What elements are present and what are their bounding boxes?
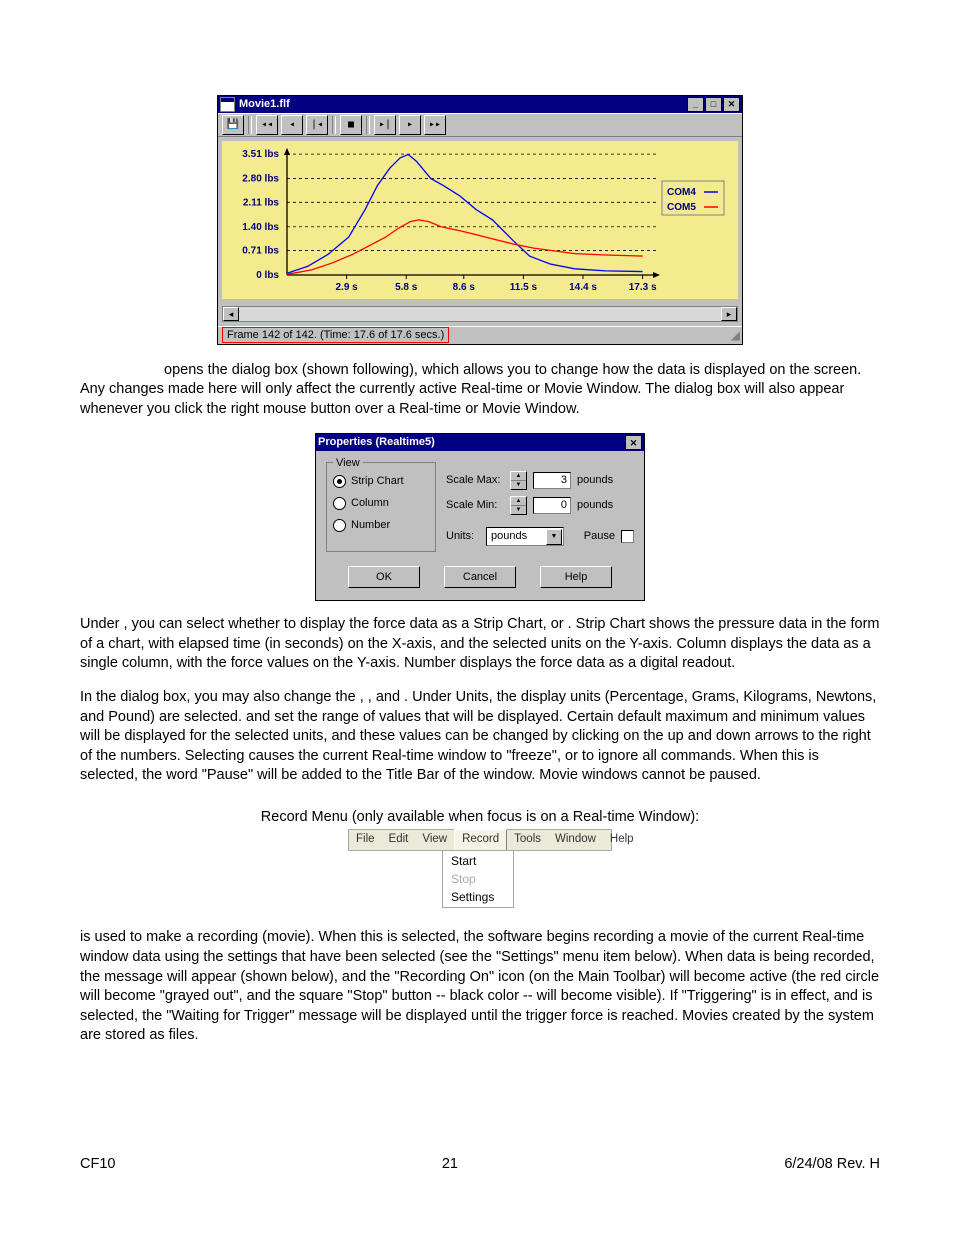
- horizontal-scrollbar[interactable]: ◂ ▸: [222, 306, 738, 322]
- menu-record[interactable]: Record: [454, 829, 507, 850]
- scale-min-input[interactable]: 0: [533, 497, 571, 514]
- record-menu-caption: Record Menu (only available when focus i…: [80, 808, 880, 828]
- footer-left: CF10: [80, 1155, 115, 1175]
- resize-grip[interactable]: ◢: [731, 327, 738, 343]
- svg-text:0.71 lbs: 0.71 lbs: [242, 246, 279, 257]
- chevron-down-icon: ▼: [546, 529, 562, 545]
- step-back-icon[interactable]: ◂: [281, 115, 303, 135]
- minimize-button[interactable]: _: [687, 97, 704, 112]
- view-legend: View: [333, 456, 363, 471]
- svg-text:2.9 s: 2.9 s: [335, 282, 358, 293]
- menu-file[interactable]: File: [349, 830, 382, 850]
- paragraph-1: opens the dialog box (shown following), …: [80, 361, 880, 420]
- close-button[interactable]: ✕: [723, 97, 740, 112]
- properties-titlebar: Properties (Realtime5) ✕: [316, 434, 644, 451]
- strip-chart: 0 lbs 0.71 lbs 1.40 lbs 2.11 lbs 2.80 lbs 3.5…: [222, 141, 738, 299]
- svg-text:5.8 s: 5.8 s: [395, 282, 418, 293]
- paragraph-2: Under , you can select whether to displa…: [80, 615, 880, 674]
- scale-min-unit: pounds: [577, 498, 621, 513]
- menu-bar: File Edit View Record Tools Window Help: [348, 829, 612, 851]
- movie-toolbar: 💾 ◂◂ ◂ |◂ ■ ▸| ▸ ▸▸: [218, 113, 742, 137]
- paragraph-3: In the dialog box, you may also change t…: [80, 688, 880, 786]
- svg-text:8.6 s: 8.6 s: [453, 282, 476, 293]
- menu-tools[interactable]: Tools: [507, 830, 548, 850]
- menu-edit[interactable]: Edit: [382, 830, 416, 850]
- svg-text:3.51 lbs: 3.51 lbs: [242, 149, 279, 160]
- svg-text:1.40 lbs: 1.40 lbs: [242, 222, 279, 233]
- units-select[interactable]: pounds ▼: [486, 527, 564, 546]
- maximize-button[interactable]: □: [705, 97, 722, 112]
- ok-button[interactable]: OK: [348, 566, 420, 588]
- units-label: Units:: [446, 529, 480, 544]
- step-fwd-icon[interactable]: ▸: [399, 115, 421, 135]
- app-icon: [220, 97, 235, 112]
- svg-text:17.3 s: 17.3 s: [629, 282, 657, 293]
- footer-right: 6/24/08 Rev. H: [784, 1155, 880, 1175]
- pause-label: Pause: [584, 529, 615, 544]
- menu-stop: Stop: [443, 870, 513, 888]
- skip-end-icon[interactable]: ▸|: [374, 115, 396, 135]
- svg-text:14.4 s: 14.4 s: [569, 282, 597, 293]
- movie-window: Movie1.flf _ □ ✕ 💾 ◂◂ ◂ |◂ ■ ▸| ▸ ▸▸ 0: [217, 95, 743, 345]
- paragraph-5: is used to make a recording (movie). Whe…: [80, 928, 880, 1045]
- scale-min-label: Scale Min:: [446, 498, 504, 513]
- properties-close-button[interactable]: ✕: [625, 435, 642, 450]
- footer-center: 21: [442, 1155, 458, 1175]
- radio-strip-chart[interactable]: Strip Chart: [333, 474, 429, 489]
- rewind-icon[interactable]: ◂◂: [256, 115, 278, 135]
- menu-start[interactable]: Start: [443, 852, 513, 870]
- svg-text:11.5 s: 11.5 s: [510, 282, 538, 293]
- movie-titlebar: Movie1.flf _ □ ✕: [218, 96, 742, 113]
- menu-figure: File Edit View Record Tools Window Help …: [348, 829, 612, 908]
- scroll-right-icon[interactable]: ▸: [721, 307, 737, 321]
- menu-help[interactable]: Help: [603, 830, 641, 850]
- frame-status: Frame 142 of 142. (Time: 17.6 of 17.6 se…: [222, 327, 449, 344]
- movie-title: Movie1.flf: [239, 97, 290, 112]
- record-popup: Start Stop Settings: [442, 850, 514, 909]
- svg-text:COM4: COM4: [667, 187, 696, 198]
- radio-number[interactable]: Number: [333, 518, 429, 533]
- menu-view[interactable]: View: [415, 830, 454, 850]
- svg-text:0 lbs: 0 lbs: [256, 270, 279, 281]
- view-groupbox: View Strip Chart Column Number: [326, 462, 436, 552]
- save-icon[interactable]: 💾: [222, 115, 244, 135]
- help-button[interactable]: Help: [540, 566, 612, 588]
- page-footer: CF10 21 6/24/08 Rev. H: [80, 1155, 880, 1175]
- scale-max-unit: pounds: [577, 473, 621, 488]
- scale-max-spinner[interactable]: ▲▼: [510, 471, 527, 490]
- scale-min-spinner[interactable]: ▲▼: [510, 496, 527, 515]
- skip-start-icon[interactable]: |◂: [306, 115, 328, 135]
- stop-icon[interactable]: ■: [340, 115, 362, 135]
- scale-max-label: Scale Max:: [446, 473, 504, 488]
- scale-max-input[interactable]: 3: [533, 472, 571, 489]
- menu-window[interactable]: Window: [548, 830, 603, 850]
- svg-text:2.11 lbs: 2.11 lbs: [243, 197, 280, 208]
- cancel-button[interactable]: Cancel: [444, 566, 516, 588]
- radio-column[interactable]: Column: [333, 496, 429, 511]
- properties-dialog: Properties (Realtime5) ✕ View Strip Char…: [315, 433, 645, 601]
- svg-text:COM5: COM5: [667, 202, 696, 213]
- movie-statusbar: Frame 142 of 142. (Time: 17.6 of 17.6 se…: [218, 326, 742, 344]
- svg-text:2.80 lbs: 2.80 lbs: [242, 174, 279, 185]
- properties-title: Properties (Realtime5): [318, 435, 435, 450]
- scroll-left-icon[interactable]: ◂: [223, 307, 239, 321]
- menu-settings[interactable]: Settings: [443, 888, 513, 906]
- ffwd-icon[interactable]: ▸▸: [424, 115, 446, 135]
- pause-checkbox[interactable]: [621, 530, 634, 543]
